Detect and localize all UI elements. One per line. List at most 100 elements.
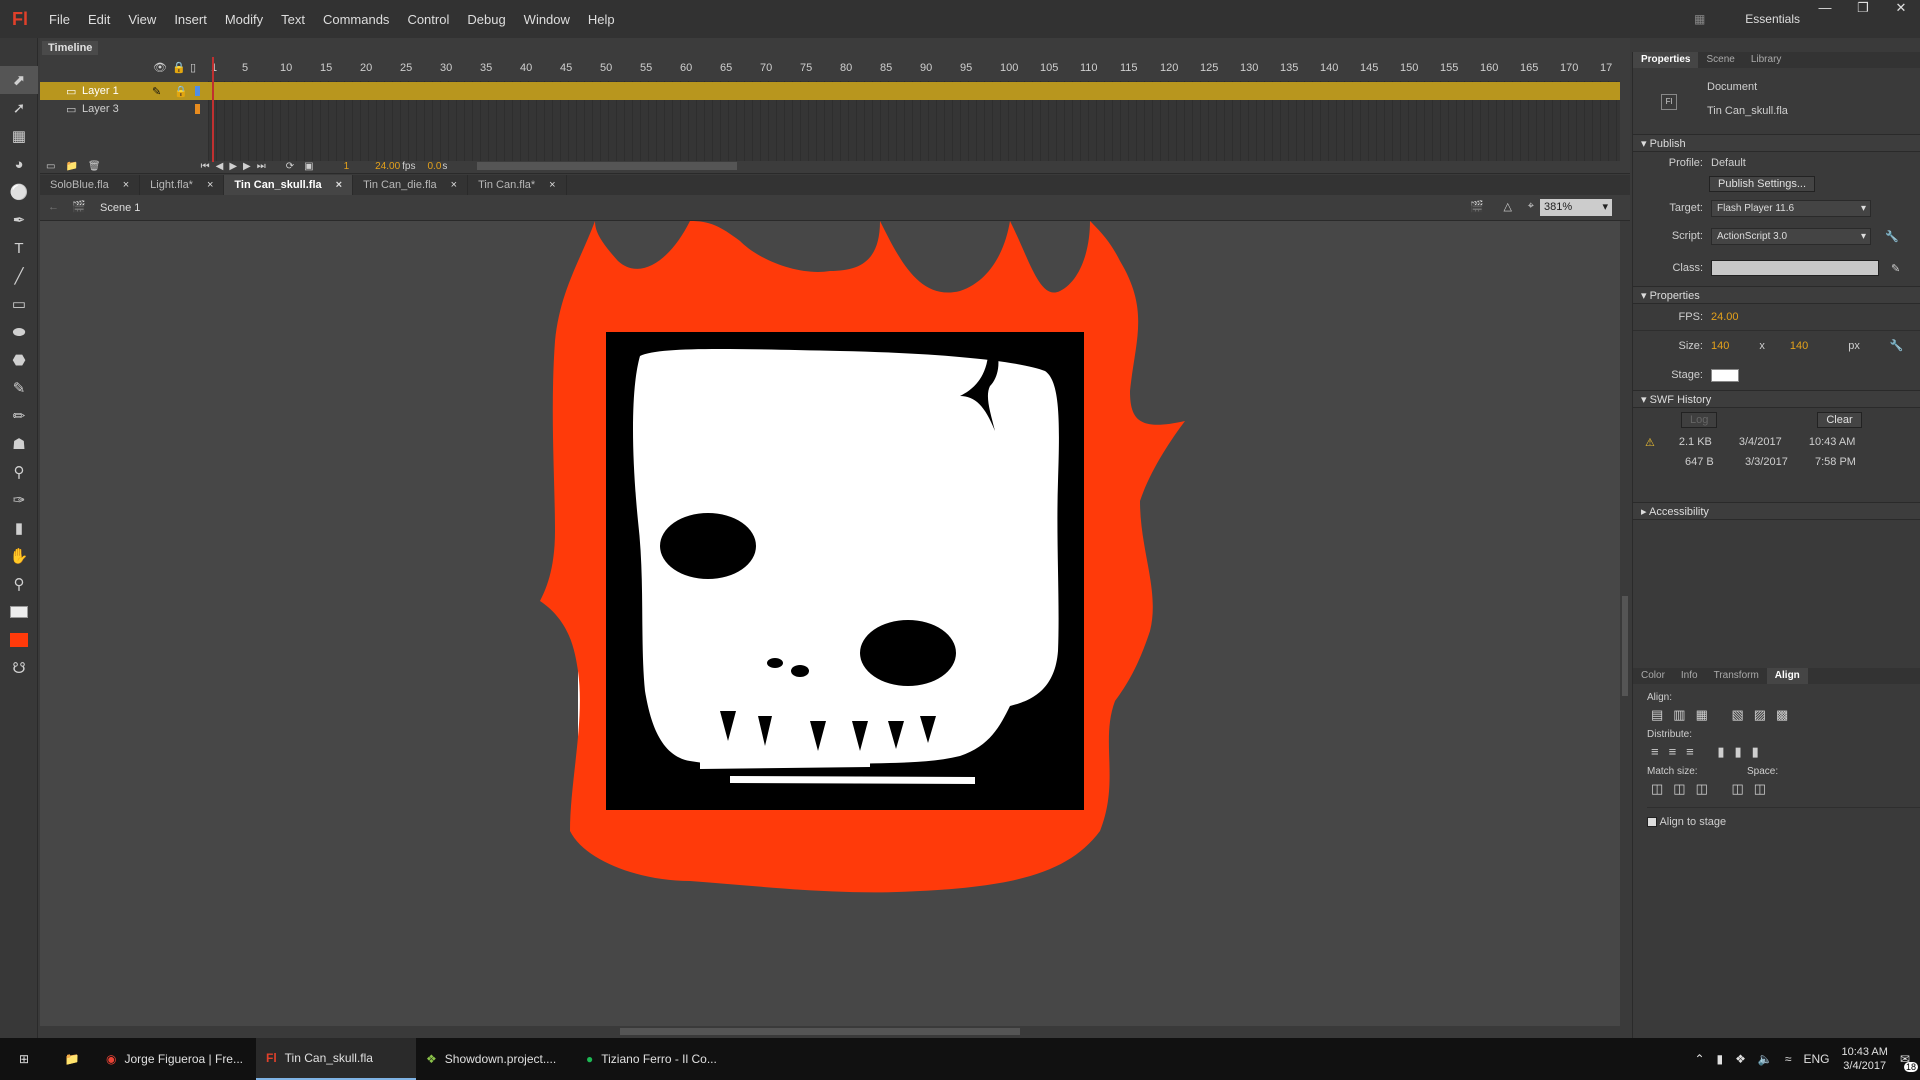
doc-tab[interactable]: Light.fla* × <box>140 175 225 195</box>
eraser-icon[interactable]: ▮ <box>0 514 38 542</box>
start-button[interactable]: ⊞ <box>0 1038 48 1080</box>
dropbox-icon[interactable]: ❖ <box>1735 1052 1746 1066</box>
match-space-buttons[interactable]: ◫◫◫ ◫◫ <box>1651 781 1920 797</box>
play-icon[interactable]: ▶ <box>229 161 237 172</box>
width-input[interactable]: 140 <box>1711 340 1729 352</box>
tab-info[interactable]: Info <box>1673 668 1706 684</box>
timeline-hscroll[interactable] <box>477 162 738 170</box>
onion-skin-icon[interactable]: ▣ <box>304 161 313 172</box>
close-tab-icon[interactable]: × <box>207 179 213 191</box>
battery-icon[interactable]: ▮ <box>1717 1052 1724 1066</box>
layer-row[interactable]: ▭ Layer 3 <box>40 100 1620 118</box>
elapsed-time[interactable]: 0.0 <box>428 161 442 172</box>
line-tool-icon[interactable]: ╱ <box>0 262 38 290</box>
rectangle-tool-icon[interactable]: ▭ <box>0 290 38 318</box>
pencil-tool-icon[interactable]: ✎ <box>0 374 38 402</box>
notifications-icon[interactable]: ✉ 18 <box>1900 1052 1918 1072</box>
edit-class-icon[interactable]: ✎ <box>1891 262 1900 275</box>
wrench-icon[interactable]: 🔧 <box>1885 230 1899 243</box>
text-tool-icon[interactable]: T <box>0 234 38 262</box>
new-folder-icon[interactable]: 📁 <box>65 161 77 172</box>
new-layer-icon[interactable]: ▭ <box>46 161 55 172</box>
class-input[interactable] <box>1711 260 1879 276</box>
layer-name[interactable]: Layer 1 <box>82 85 142 97</box>
close-tab-icon[interactable]: × <box>336 179 342 191</box>
menu-edit[interactable]: Edit <box>79 12 119 27</box>
menu-view[interactable]: View <box>119 12 165 27</box>
close-tab-icon[interactable]: × <box>451 179 457 191</box>
menu-control[interactable]: Control <box>398 12 458 27</box>
zoom-tool-icon[interactable]: ⚲ <box>0 570 38 598</box>
scene-label[interactable]: Scene 1 <box>100 202 140 214</box>
language-indicator[interactable]: ENG <box>1803 1052 1829 1066</box>
3d-rotation-tool-icon[interactable]: ◕ <box>0 150 38 178</box>
align-to-stage-checkbox[interactable] <box>1647 817 1657 828</box>
menu-commands[interactable]: Commands <box>314 12 398 27</box>
menu-debug[interactable]: Debug <box>458 12 514 27</box>
loop-icon[interactable]: ⟳ <box>286 161 294 172</box>
wrench-icon[interactable]: 🔧 <box>1890 339 1904 352</box>
menu-window[interactable]: Window <box>515 12 579 27</box>
free-transform-tool-icon[interactable]: ▦ <box>0 122 38 150</box>
timeline-tab[interactable]: Timeline <box>42 41 99 55</box>
layer-row[interactable]: ▭ Layer 1 ✎ 🔒 <box>40 82 1620 100</box>
tab-properties[interactable]: Properties <box>1633 52 1699 68</box>
properties-section-header[interactable]: ▾ Properties <box>1633 286 1920 304</box>
taskbar-item[interactable]: Fl Tin Can_skull.fla <box>256 1038 416 1080</box>
menu-insert[interactable]: Insert <box>165 12 216 27</box>
height-input[interactable]: 140 <box>1790 340 1808 352</box>
tab-align[interactable]: Align <box>1766 668 1808 684</box>
center-stage-icon[interactable]: ⌖ <box>1528 200 1534 213</box>
script-select[interactable]: ActionScript 3.0 ▾ <box>1711 227 1871 245</box>
tab-scene[interactable]: Scene <box>1698 52 1742 68</box>
workspace-label[interactable]: Essentials <box>1745 12 1800 26</box>
tab-color[interactable]: Color <box>1633 668 1673 684</box>
clock[interactable]: 10:43 AM 3/4/2017 <box>1841 1045 1887 1073</box>
fps-value[interactable]: 24.00 <box>375 161 400 172</box>
volume-icon[interactable]: 🔈 <box>1758 1052 1773 1066</box>
minimize-icon[interactable]: — <box>1806 0 1844 20</box>
hscroll-thumb[interactable] <box>620 1028 1020 1035</box>
menu-file[interactable]: File <box>40 12 79 27</box>
workspace-switcher[interactable]: ▦ Essentials <box>1694 0 1800 38</box>
frame-ruler[interactable]: 👁 🔒 ▯ 1 5 10 15 20 25 30 35 40 45 50 55 … <box>40 57 1630 81</box>
edit-symbols-icon[interactable]: △ <box>1504 200 1512 213</box>
delete-icon[interactable]: 🗑 <box>88 161 101 172</box>
align-buttons[interactable]: ▤▥▦ ▧▨▩ <box>1651 707 1920 723</box>
accessibility-section-header[interactable]: ▸ Accessibility <box>1633 502 1920 520</box>
playhead[interactable] <box>212 57 214 162</box>
zoom-select[interactable]: 381% ▾ <box>1540 199 1612 216</box>
publish-section-header[interactable]: ▾ Publish <box>1633 134 1920 152</box>
step-back-icon[interactable]: ◀ <box>216 161 224 172</box>
current-frame[interactable]: 1 <box>344 161 350 172</box>
eyedropper-icon[interactable]: ✑ <box>0 486 38 514</box>
taskbar-item[interactable]: ❖ Showdown.project.... <box>416 1038 576 1080</box>
lock-icon[interactable]: 🔒 <box>174 85 188 98</box>
edit-scene-icon[interactable]: 🎬 <box>1470 200 1484 213</box>
distribute-buttons[interactable]: ≡≡≡ ▮▮▮ <box>1651 744 1920 760</box>
close-tab-icon[interactable]: × <box>549 179 555 191</box>
clear-button[interactable]: Clear <box>1817 412 1862 428</box>
menu-modify[interactable]: Modify <box>216 12 272 27</box>
stage-color-swatch[interactable] <box>1711 368 1739 382</box>
hand-tool-icon[interactable]: ✋ <box>0 542 38 570</box>
file-explorer-button[interactable]: 📁 <box>48 1038 96 1080</box>
outline-icon[interactable]: ▯ <box>190 61 196 74</box>
stage-area[interactable] <box>40 221 1620 1026</box>
lasso-tool-icon[interactable]: ⚪ <box>0 178 38 206</box>
brush-tool-icon[interactable]: ✏ <box>0 402 38 430</box>
stroke-color-swatch[interactable] <box>0 598 38 626</box>
layer-name[interactable]: Layer 3 <box>82 103 142 115</box>
go-first-frame-icon[interactable]: ⏮ <box>201 161 210 172</box>
stage-vscroll[interactable] <box>1620 221 1630 1026</box>
taskbar-item[interactable]: ● Tiziano Ferro - Il Co... <box>576 1038 736 1080</box>
fps-input[interactable]: 24.00 <box>1711 311 1739 323</box>
ink-bottle-icon[interactable]: ⚲ <box>0 458 38 486</box>
fill-color-swatch[interactable] <box>0 626 38 654</box>
back-arrow-icon[interactable]: ← <box>48 201 59 213</box>
vscroll-thumb[interactable] <box>1622 596 1628 696</box>
polystar-tool-icon[interactable]: ⬣ <box>0 346 38 374</box>
oval-tool-icon[interactable]: ⬬ <box>0 318 38 346</box>
sync-icon[interactable]: ▦ <box>1694 12 1705 26</box>
layer-color-swatch[interactable] <box>195 86 200 96</box>
